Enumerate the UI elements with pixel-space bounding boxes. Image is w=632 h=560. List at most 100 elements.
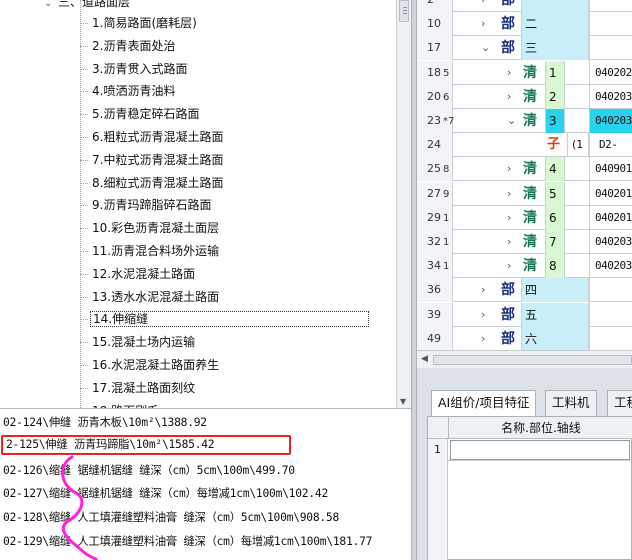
- item-id-cell[interactable]: 040901: [595, 157, 632, 181]
- item-type-label: 清: [523, 88, 537, 105]
- tree-item[interactable]: 9.沥青玛蹄脂碎石路面: [80, 194, 213, 216]
- table-row[interactable]: 18 5 › 清 1 040202: [417, 60, 632, 85]
- tree-item-label: 16.水泥混凝土路面养生: [92, 358, 220, 372]
- chevron-right-icon[interactable]: ›: [507, 182, 511, 206]
- table-row[interactable]: 17 ⌄ 部三: [417, 36, 632, 61]
- row-number-value: 18: [427, 65, 441, 79]
- tree-item[interactable]: 5.沥青稳定碎石路面: [80, 103, 201, 125]
- list-item[interactable]: 02-127\缩缝 锯缝机锯缝 缝深（cm）每增减1cm\100m\102.42: [0, 482, 328, 505]
- tree-item[interactable]: 12.水泥混凝土路面: [80, 263, 197, 285]
- list-item[interactable]: 02-129\缩缝 人工填灌缝塑料油膏 缝深（cm）每增减1cm\100m\18…: [0, 530, 372, 553]
- chevron-down-icon[interactable]: ⌄: [507, 109, 516, 133]
- chevron-right-icon[interactable]: ›: [481, 0, 485, 12]
- tab-ai-pricing[interactable]: AI组价/项目特征: [431, 390, 537, 417]
- chevron-right-icon[interactable]: ›: [481, 303, 485, 327]
- scroll-left-icon[interactable]: ◀: [421, 354, 428, 364]
- item-code-cell[interactable]: 四: [521, 278, 589, 303]
- item-code-cell[interactable]: 一: [521, 0, 589, 12]
- item-code-cell[interactable]: 二: [521, 12, 589, 37]
- table-row[interactable]: 29 1 › 清 6 040201: [417, 205, 632, 230]
- item-code-cell[interactable]: 3: [545, 109, 565, 133]
- tree-item[interactable]: 10.彩色沥青混凝土面层: [80, 217, 221, 239]
- table-row[interactable]: 23 *7 ⌄ 清 3 040203: [417, 109, 632, 133]
- chevron-right-icon[interactable]: ›: [507, 85, 511, 109]
- chevron-right-icon[interactable]: ›: [481, 12, 485, 36]
- tree-vertical-scrollbar[interactable]: ▼: [396, 0, 411, 408]
- table-row[interactable]: 24 子 (1 D2-: [417, 133, 632, 158]
- table-row[interactable]: 1: [428, 439, 632, 461]
- item-id-cell[interactable]: 040201: [595, 206, 632, 230]
- table-row[interactable]: 27 9 › 清 5 040201: [417, 181, 632, 206]
- scrollbar-thumb[interactable]: [433, 355, 632, 365]
- tree-item[interactable]: 4.喷洒沥青油料: [80, 80, 177, 102]
- item-id-cell[interactable]: D2-: [599, 133, 618, 157]
- chevron-right-icon[interactable]: ›: [481, 327, 485, 350]
- item-code-cell[interactable]: 6: [545, 205, 565, 230]
- chevron-right-icon[interactable]: ›: [507, 230, 511, 254]
- tree-item[interactable]: 18.路面刷毛: [80, 400, 161, 408]
- table-row[interactable]: 49 › 部六: [417, 326, 632, 350]
- table-row[interactable]: 32 1 › 清 7 040203: [417, 230, 632, 254]
- item-code-cell[interactable]: 4: [545, 157, 565, 182]
- tree-item[interactable]: 7.中粒式沥青混凝土路面: [80, 149, 225, 171]
- item-id-cell[interactable]: 040201: [595, 182, 632, 206]
- table-row[interactable]: 34 1 › 清 8 040203: [417, 254, 632, 279]
- item-code-cell[interactable]: 8: [545, 254, 565, 279]
- scroll-down-icon[interactable]: ▼: [400, 397, 406, 406]
- table-row[interactable]: 20 6 › 清 2 040203: [417, 84, 632, 109]
- table-row[interactable]: 39 › 部五: [417, 302, 632, 327]
- item-code-cell[interactable]: 7: [545, 230, 565, 254]
- chevron-right-icon[interactable]: ›: [507, 254, 511, 278]
- tab-materials[interactable]: 工料机: [545, 390, 597, 416]
- item-code-cell[interactable]: 三: [521, 36, 589, 61]
- item-id-cell[interactable]: 040203: [595, 230, 632, 254]
- tree-root-road-surface[interactable]: ⌄ 三、道路面层: [44, 0, 130, 11]
- tree-item[interactable]: 13.透水水泥混凝土路面: [80, 286, 221, 308]
- tree-item[interactable]: 15.混凝土场内运输: [80, 331, 197, 353]
- scrollbar-thumb[interactable]: [399, 0, 409, 22]
- item-id-cell[interactable]: 040202: [595, 61, 632, 85]
- item-id-cell[interactable]: 040203: [595, 254, 632, 278]
- item-code-cell[interactable]: 六: [521, 326, 589, 350]
- chevron-right-icon[interactable]: ›: [507, 157, 511, 181]
- item-code-cell[interactable]: 2: [545, 84, 565, 109]
- tree-item[interactable]: 14.伸缩缝: [80, 308, 370, 330]
- tree-item[interactable]: 1.简易路面(磨耗层): [80, 12, 199, 34]
- list-item[interactable]: 02-124\伸缝 沥青木板\10m²\1388.92: [0, 411, 207, 434]
- tree-connector: [80, 23, 88, 24]
- tab-engineering[interactable]: 工程: [607, 390, 632, 416]
- list-item[interactable]: 2-125\伸缝 沥青玛蹄脂\10m²\1585.42: [1, 434, 291, 455]
- chevron-down-icon[interactable]: ⌄: [44, 0, 58, 13]
- column-header-name-location[interactable]: 名称.部位.轴线: [448, 417, 632, 439]
- table-row[interactable]: 36 › 部四: [417, 278, 632, 303]
- item-code-cell[interactable]: 5: [545, 181, 565, 206]
- tree-item[interactable]: 11.沥青混合料场外运输: [80, 240, 221, 262]
- tree-connector: [80, 68, 88, 70]
- item-id-cell[interactable]: 040203: [589, 109, 632, 133]
- chevron-right-icon[interactable]: ›: [507, 61, 511, 85]
- chevron-down-icon[interactable]: ⌄: [481, 36, 490, 60]
- item-code-cell[interactable]: 1: [545, 60, 565, 85]
- list-item[interactable]: 02-128\缩缝 人工填灌缝塑料油膏 缝深（cm）5cm\100m\908.5…: [0, 506, 339, 529]
- tree-item-label: 10.彩色沥青混凝土面层: [92, 221, 220, 236]
- tree-connector: [80, 137, 88, 138]
- chevron-right-icon[interactable]: ›: [481, 278, 485, 302]
- item-code-cell[interactable]: (1: [567, 133, 589, 158]
- tree-item[interactable]: 6.粗粒式沥青混凝土路面: [80, 126, 225, 148]
- chevron-right-icon[interactable]: ›: [507, 206, 511, 230]
- grid-horizontal-scrollbar[interactable]: ◀: [417, 350, 632, 368]
- editable-cell[interactable]: [450, 440, 630, 460]
- tree-item[interactable]: 3.沥青贯入式路面: [80, 58, 189, 80]
- tree-item[interactable]: 2.沥青表面处治: [80, 35, 177, 57]
- tree-item[interactable]: 16.水泥混凝土路面养生: [80, 354, 221, 376]
- tree-connector: [80, 319, 88, 321]
- table-row[interactable]: 2 › 部一: [417, 0, 632, 12]
- item-id-cell[interactable]: 040203: [595, 85, 632, 109]
- table-row[interactable]: 25 8 › 清 4 040901: [417, 157, 632, 182]
- item-code-cell[interactable]: 五: [521, 302, 589, 327]
- tree-item[interactable]: 8.细粒式沥青混凝土路面: [80, 172, 225, 194]
- tree-item-label: 14.伸缩缝: [90, 311, 370, 328]
- table-row[interactable]: 10 › 部二: [417, 12, 632, 37]
- tree-item[interactable]: 17.混凝土路面刻纹: [80, 377, 197, 399]
- list-item[interactable]: 02-126\缩缝 锯缝机锯缝 缝深（cm）5cm\100m\499.70: [0, 459, 295, 482]
